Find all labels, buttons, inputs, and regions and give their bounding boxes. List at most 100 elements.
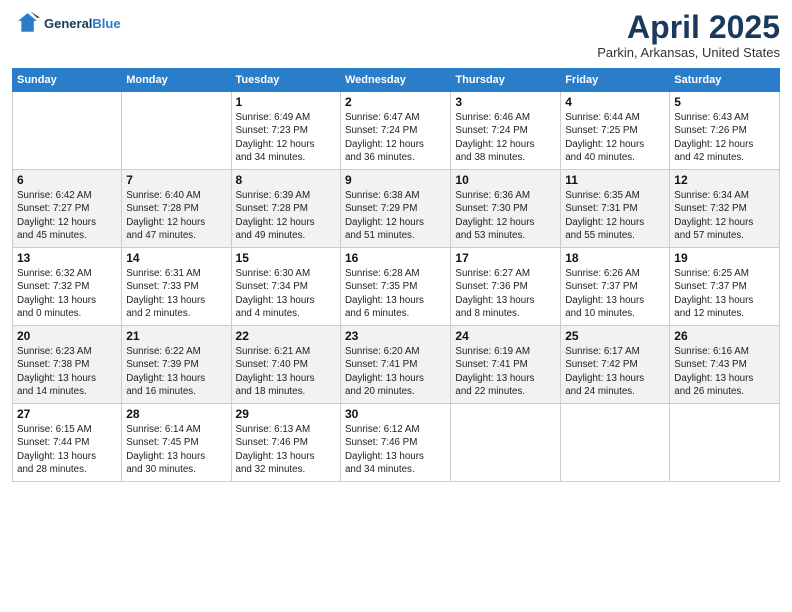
day-info: Sunrise: 6:32 AM Sunset: 7:32 PM Dayligh… xyxy=(17,267,117,320)
calendar-cell: 21 Sunrise: 6:22 AM Sunset: 7:39 PM Dayli… xyxy=(122,326,231,404)
calendar-week-1: 1 Sunrise: 6:49 AM Sunset: 7:23 PM Daylig… xyxy=(13,92,780,170)
calendar-cell: 25Sunrise: 6:17 AM Sunset: 7:42 PM Dayli… xyxy=(561,326,670,404)
day-info: Sunrise: 6:27 AM Sunset: 7:36 PM Dayligh… xyxy=(455,267,556,320)
calendar-cell: 23 Sunrise: 6:20 AM Sunset: 7:41 PM Dayli… xyxy=(340,326,450,404)
day-info: Sunrise: 6:26 AM Sunset: 7:37 PM Dayligh… xyxy=(565,267,665,320)
calendar-cell: 15 Sunrise: 6:30 AM Sunset: 7:34 PM Dayli… xyxy=(231,248,340,326)
calendar-cell xyxy=(13,92,122,170)
weekday-header-tuesday: Tuesday xyxy=(231,69,340,92)
calendar-table: SundayMondayTuesdayWednesdayThursdayFrid… xyxy=(12,68,780,482)
day-number: 27 xyxy=(17,407,117,421)
day-info: Sunrise: 6:34 AM Sunset: 7:32 PM Dayligh… xyxy=(674,189,775,242)
calendar-week-5: 27 Sunrise: 6:15 AM Sunset: 7:44 PM Dayli… xyxy=(13,404,780,482)
weekday-header-friday: Friday xyxy=(561,69,670,92)
day-info: Sunrise: 6:47 AM Sunset: 7:24 PM Dayligh… xyxy=(345,111,446,164)
weekday-header-monday: Monday xyxy=(122,69,231,92)
day-number: 5 xyxy=(674,95,775,109)
day-info: Sunrise: 6:31 AM Sunset: 7:33 PM Dayligh… xyxy=(126,267,226,320)
calendar-cell: 3Sunrise: 6:46 AM Sunset: 7:24 PM Daylig… xyxy=(451,92,561,170)
day-number: 17 xyxy=(455,251,556,265)
calendar-cell xyxy=(561,404,670,482)
calendar-cell: 10Sunrise: 6:36 AM Sunset: 7:30 PM Dayli… xyxy=(451,170,561,248)
day-number: 29 xyxy=(236,407,336,421)
calendar-cell: 22Sunrise: 6:21 AM Sunset: 7:40 PM Dayli… xyxy=(231,326,340,404)
calendar-week-4: 20 Sunrise: 6:23 AM Sunset: 7:38 PM Dayli… xyxy=(13,326,780,404)
calendar-cell xyxy=(670,404,780,482)
day-info: Sunrise: 6:23 AM Sunset: 7:38 PM Dayligh… xyxy=(17,345,117,398)
calendar-cell: 13Sunrise: 6:32 AM Sunset: 7:32 PM Dayli… xyxy=(13,248,122,326)
day-number: 23 xyxy=(345,329,446,343)
day-info: Sunrise: 6:42 AM Sunset: 7:27 PM Dayligh… xyxy=(17,189,117,242)
calendar-week-3: 13Sunrise: 6:32 AM Sunset: 7:32 PM Dayli… xyxy=(13,248,780,326)
day-number: 8 xyxy=(236,173,336,187)
day-number: 4 xyxy=(565,95,665,109)
day-number: 9 xyxy=(345,173,446,187)
calendar-cell: 19 Sunrise: 6:25 AM Sunset: 7:37 PM Dayli… xyxy=(670,248,780,326)
day-info: Sunrise: 6:38 AM Sunset: 7:29 PM Dayligh… xyxy=(345,189,446,242)
calendar-cell: 4 Sunrise: 6:44 AM Sunset: 7:25 PM Daylig… xyxy=(561,92,670,170)
calendar-cell: 24 Sunrise: 6:19 AM Sunset: 7:41 PM Dayli… xyxy=(451,326,561,404)
day-info: Sunrise: 6:49 AM Sunset: 7:23 PM Dayligh… xyxy=(236,111,336,164)
day-info: Sunrise: 6:35 AM Sunset: 7:31 PM Dayligh… xyxy=(565,189,665,242)
day-number: 20 xyxy=(17,329,117,343)
calendar-cell: 16Sunrise: 6:28 AM Sunset: 7:35 PM Dayli… xyxy=(340,248,450,326)
calendar-cell: 28 Sunrise: 6:14 AM Sunset: 7:45 PM Dayli… xyxy=(122,404,231,482)
day-number: 11 xyxy=(565,173,665,187)
title-block: April 2025 Parkin, Arkansas, United Stat… xyxy=(597,10,780,60)
day-info: Sunrise: 6:25 AM Sunset: 7:37 PM Dayligh… xyxy=(674,267,775,320)
calendar-cell xyxy=(451,404,561,482)
day-info: Sunrise: 6:40 AM Sunset: 7:28 PM Dayligh… xyxy=(126,189,226,242)
day-info: Sunrise: 6:22 AM Sunset: 7:39 PM Dayligh… xyxy=(126,345,226,398)
day-number: 24 xyxy=(455,329,556,343)
weekday-header-saturday: Saturday xyxy=(670,69,780,92)
calendar-cell xyxy=(122,92,231,170)
day-number: 16 xyxy=(345,251,446,265)
calendar-cell: 7 Sunrise: 6:40 AM Sunset: 7:28 PM Daylig… xyxy=(122,170,231,248)
day-number: 14 xyxy=(126,251,226,265)
logo-text: GeneralBlue xyxy=(44,16,121,32)
calendar-cell: 6Sunrise: 6:42 AM Sunset: 7:27 PM Daylig… xyxy=(13,170,122,248)
header: GeneralBlue April 2025 Parkin, Arkansas,… xyxy=(12,10,780,60)
weekday-header-sunday: Sunday xyxy=(13,69,122,92)
day-number: 2 xyxy=(345,95,446,109)
day-info: Sunrise: 6:14 AM Sunset: 7:45 PM Dayligh… xyxy=(126,423,226,476)
day-number: 21 xyxy=(126,329,226,343)
calendar-cell: 18 Sunrise: 6:26 AM Sunset: 7:37 PM Dayli… xyxy=(561,248,670,326)
day-info: Sunrise: 6:43 AM Sunset: 7:26 PM Dayligh… xyxy=(674,111,775,164)
calendar-header: SundayMondayTuesdayWednesdayThursdayFrid… xyxy=(13,69,780,92)
day-number: 3 xyxy=(455,95,556,109)
day-info: Sunrise: 6:16 AM Sunset: 7:43 PM Dayligh… xyxy=(674,345,775,398)
day-number: 18 xyxy=(565,251,665,265)
logo: GeneralBlue xyxy=(12,10,121,38)
calendar-cell: 1 Sunrise: 6:49 AM Sunset: 7:23 PM Daylig… xyxy=(231,92,340,170)
day-number: 12 xyxy=(674,173,775,187)
day-info: Sunrise: 6:30 AM Sunset: 7:34 PM Dayligh… xyxy=(236,267,336,320)
calendar-cell: 27 Sunrise: 6:15 AM Sunset: 7:44 PM Dayli… xyxy=(13,404,122,482)
calendar-cell: 17 Sunrise: 6:27 AM Sunset: 7:36 PM Dayli… xyxy=(451,248,561,326)
calendar-cell: 20 Sunrise: 6:23 AM Sunset: 7:38 PM Dayli… xyxy=(13,326,122,404)
day-info: Sunrise: 6:39 AM Sunset: 7:28 PM Dayligh… xyxy=(236,189,336,242)
day-number: 19 xyxy=(674,251,775,265)
day-info: Sunrise: 6:36 AM Sunset: 7:30 PM Dayligh… xyxy=(455,189,556,242)
day-info: Sunrise: 6:44 AM Sunset: 7:25 PM Dayligh… xyxy=(565,111,665,164)
day-info: Sunrise: 6:12 AM Sunset: 7:46 PM Dayligh… xyxy=(345,423,446,476)
day-info: Sunrise: 6:20 AM Sunset: 7:41 PM Dayligh… xyxy=(345,345,446,398)
day-number: 15 xyxy=(236,251,336,265)
calendar-cell: 30 Sunrise: 6:12 AM Sunset: 7:46 PM Dayli… xyxy=(340,404,450,482)
day-info: Sunrise: 6:21 AM Sunset: 7:40 PM Dayligh… xyxy=(236,345,336,398)
weekday-header-wednesday: Wednesday xyxy=(340,69,450,92)
calendar-cell: 11 Sunrise: 6:35 AM Sunset: 7:31 PM Dayli… xyxy=(561,170,670,248)
day-info: Sunrise: 6:15 AM Sunset: 7:44 PM Dayligh… xyxy=(17,423,117,476)
day-number: 7 xyxy=(126,173,226,187)
calendar-cell: 5 Sunrise: 6:43 AM Sunset: 7:26 PM Daylig… xyxy=(670,92,780,170)
day-number: 25 xyxy=(565,329,665,343)
weekday-header-thursday: Thursday xyxy=(451,69,561,92)
calendar-cell: 14 Sunrise: 6:31 AM Sunset: 7:33 PM Dayli… xyxy=(122,248,231,326)
day-number: 28 xyxy=(126,407,226,421)
day-number: 30 xyxy=(345,407,446,421)
calendar-week-2: 6Sunrise: 6:42 AM Sunset: 7:27 PM Daylig… xyxy=(13,170,780,248)
day-number: 1 xyxy=(236,95,336,109)
calendar-cell: 2 Sunrise: 6:47 AM Sunset: 7:24 PM Daylig… xyxy=(340,92,450,170)
day-info: Sunrise: 6:19 AM Sunset: 7:41 PM Dayligh… xyxy=(455,345,556,398)
calendar-cell: 26Sunrise: 6:16 AM Sunset: 7:43 PM Dayli… xyxy=(670,326,780,404)
